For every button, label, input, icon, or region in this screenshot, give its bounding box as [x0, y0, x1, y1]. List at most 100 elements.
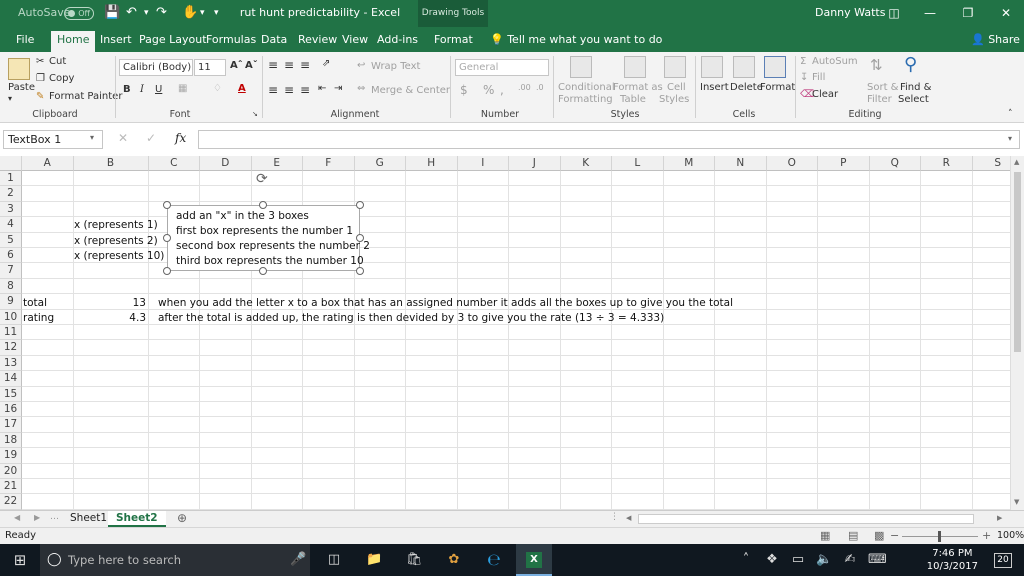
column-header[interactable]: D [200, 156, 252, 171]
horizontal-scroll-thumb[interactable] [638, 514, 974, 524]
internet-explorer-icon[interactable]: ℮ [486, 552, 502, 568]
decrease-indent-icon[interactable]: ⇤ [318, 83, 326, 94]
task-view-icon[interactable]: ◫ [326, 552, 342, 568]
volume-icon[interactable]: 🔈 [816, 552, 832, 568]
align-bottom-icon[interactable]: ≡ [300, 58, 310, 72]
row-header[interactable]: 21 [0, 479, 22, 495]
share-button[interactable]: 👤 Share [965, 31, 1024, 52]
expand-formula-bar-icon[interactable]: ▾ [1008, 134, 1012, 143]
next-sheet-icon[interactable]: ▶ [34, 513, 40, 522]
dropbox-icon[interactable]: ❖ [764, 552, 780, 568]
format-cells-button[interactable]: Format [760, 82, 795, 93]
font-size-select[interactable]: 11 [194, 59, 226, 76]
zoom-slider-thumb[interactable] [938, 531, 941, 542]
row-header[interactable]: 16 [0, 402, 22, 418]
fill-color-icon[interactable]: ♢ [213, 83, 222, 94]
find-select-icon[interactable]: ⚲ [904, 54, 917, 75]
resize-handle[interactable] [356, 201, 364, 209]
taskbar-search[interactable]: ◯ Type here to search [40, 544, 310, 576]
user-name[interactable]: Danny Watts [815, 6, 885, 19]
cell-b4[interactable]: x (represents 1) [74, 218, 158, 233]
find-select-button-line2[interactable]: Select [898, 94, 929, 105]
grow-font-icon[interactable]: Aˆ [230, 60, 243, 71]
normal-view-icon[interactable]: ▦ [820, 529, 830, 542]
ribbon-display-options-icon[interactable]: ◫ [876, 2, 912, 24]
collapse-ribbon-icon[interactable]: ˄ [1008, 109, 1013, 119]
italic-icon[interactable]: I [140, 84, 144, 95]
cell-a9[interactable]: total [23, 296, 47, 311]
row-header[interactable]: 17 [0, 417, 22, 433]
cut-icon[interactable]: ✂ [36, 56, 44, 67]
zoom-in-icon[interactable]: + [982, 529, 991, 542]
cell-b9[interactable]: 13 [73, 296, 146, 311]
row-header[interactable]: 9 [0, 294, 22, 310]
page-layout-view-icon[interactable]: ▤ [848, 529, 858, 542]
wrap-text-icon[interactable]: ↩ [357, 60, 365, 71]
tab-add-ins[interactable]: Add-ins [371, 31, 424, 52]
resize-handle[interactable] [356, 267, 364, 275]
tab-view[interactable]: View [336, 31, 374, 52]
column-header[interactable]: R [921, 156, 973, 171]
tab-formulas[interactable]: Formulas [200, 31, 262, 52]
formula-input[interactable] [198, 130, 1020, 149]
notifications-badge[interactable]: 20 [994, 553, 1012, 568]
column-header[interactable]: C [148, 156, 200, 171]
conditional-formatting-button[interactable]: Conditional [558, 82, 615, 93]
row-header[interactable]: 19 [0, 448, 22, 464]
column-header[interactable]: G [354, 156, 406, 171]
cell-b5[interactable]: x (represents 2) [74, 234, 158, 249]
scroll-right-icon[interactable]: ▶ [997, 514, 1002, 522]
font-name-select[interactable]: Calibri (Body) [119, 59, 193, 76]
cancel-entry-icon[interactable]: ✕ [118, 131, 128, 145]
align-middle-icon[interactable]: ≡ [284, 58, 294, 72]
currency-icon[interactable]: $ [460, 83, 468, 97]
row-header[interactable]: 2 [0, 186, 22, 202]
cell-styles-button-line2[interactable]: Styles [659, 94, 689, 105]
tab-format[interactable]: Format [428, 31, 479, 52]
tab-home[interactable]: Home [51, 31, 96, 52]
borders-icon[interactable]: ▦ [178, 83, 187, 94]
column-header[interactable]: E [251, 156, 303, 171]
format-cells-icon[interactable] [764, 56, 786, 78]
sort-filter-icon[interactable]: ⇅ [870, 56, 883, 74]
tab-file[interactable]: File [10, 31, 40, 52]
cell-b10[interactable]: 4.3 [73, 311, 146, 326]
merge-center-icon[interactable]: ⇔ [357, 83, 365, 94]
windows-start-icon[interactable]: ⊞ [12, 552, 28, 568]
underline-icon[interactable]: U [155, 84, 162, 95]
fill-button[interactable]: Fill [812, 72, 825, 83]
column-header[interactable]: B [73, 156, 149, 171]
confirm-entry-icon[interactable]: ✓ [146, 131, 156, 145]
number-format-select[interactable]: General [455, 59, 549, 76]
name-box[interactable]: TextBox 1 [3, 130, 103, 149]
row-header[interactable]: 13 [0, 355, 22, 372]
find-select-button[interactable]: Find & [900, 82, 931, 93]
row-header[interactable]: 1 [0, 171, 22, 187]
sort-filter-button[interactable]: Sort & [867, 82, 898, 93]
column-header[interactable]: Q [869, 156, 921, 171]
conditional-formatting-icon[interactable] [570, 56, 592, 78]
insert-cells-icon[interactable] [701, 56, 723, 78]
tab-split-handle-icon[interactable]: ⋮ [610, 512, 619, 522]
cut-button[interactable]: Cut [49, 56, 66, 67]
row-header[interactable]: 8 [0, 278, 22, 295]
scroll-left-icon[interactable]: ◀ [626, 514, 631, 522]
zoom-level[interactable]: 100% [997, 530, 1024, 541]
pen-icon[interactable]: ✍ [842, 552, 858, 568]
fill-icon[interactable]: ↧ [800, 72, 808, 83]
sort-filter-button-line2[interactable]: Filter [867, 94, 892, 105]
format-as-table-button-line2[interactable]: Table [620, 94, 646, 105]
cell-c9[interactable]: when you add the letter x to a box that … [158, 296, 733, 311]
autosum-icon[interactable]: Σ [800, 56, 806, 67]
autosum-button[interactable]: AutoSum [812, 56, 858, 67]
microphone-icon[interactable]: 🎤 [290, 552, 306, 568]
format-as-table-icon[interactable] [624, 56, 646, 78]
conditional-formatting-button-line2[interactable]: Formatting [558, 94, 613, 105]
wrap-text-button[interactable]: Wrap Text [371, 61, 420, 72]
insert-function-icon[interactable]: fx [175, 131, 186, 145]
paste-icon[interactable] [8, 58, 30, 80]
page-break-view-icon[interactable]: ▩ [874, 529, 884, 542]
restore-icon[interactable]: ❐ [950, 2, 986, 24]
column-header[interactable]: I [457, 156, 509, 171]
cell-styles-button[interactable]: Cell [667, 82, 686, 93]
